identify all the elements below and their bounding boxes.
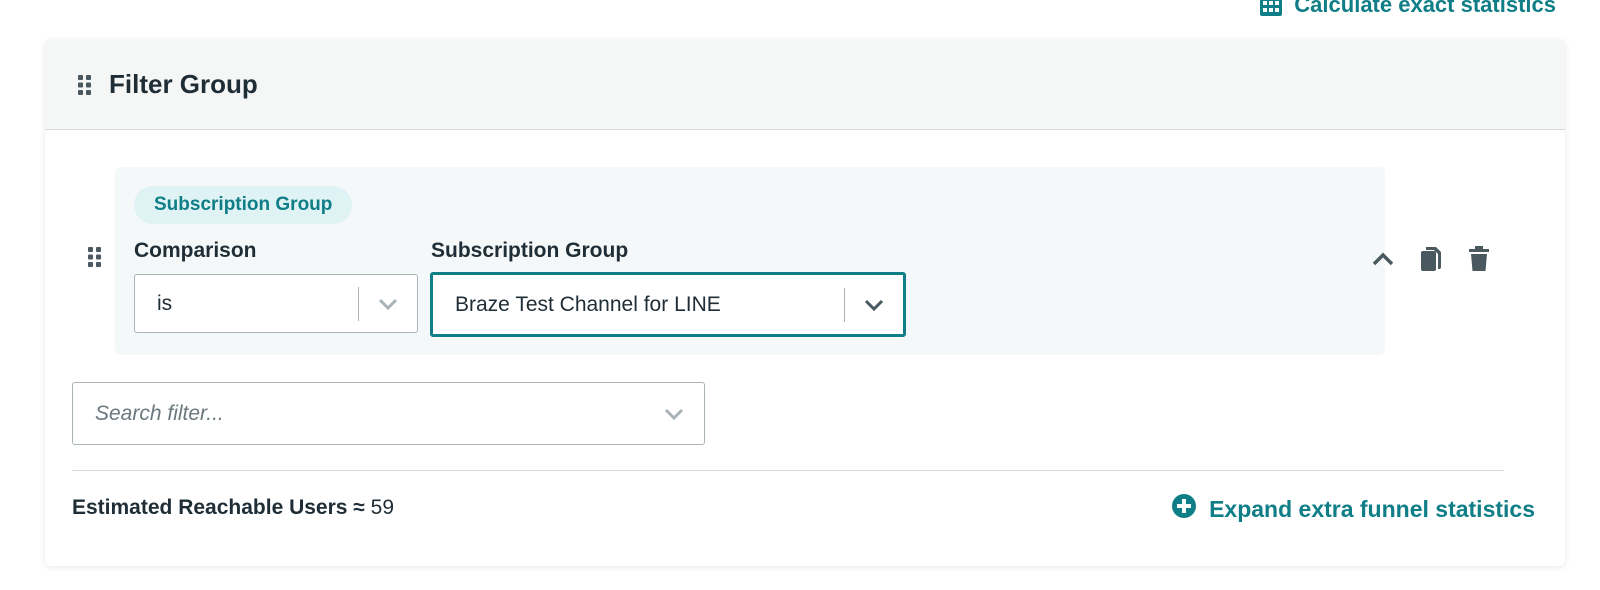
estimate-value: 59 bbox=[370, 496, 395, 519]
subscription-group-value: Braze Test Channel for LINE bbox=[455, 292, 721, 316]
divider bbox=[72, 470, 1504, 471]
filter-group-header: Filter Group bbox=[45, 40, 1565, 130]
comparison-select[interactable]: is bbox=[134, 274, 418, 333]
subscription-group-select[interactable]: Braze Test Channel for LINE bbox=[430, 272, 906, 337]
filter-drag-handle-icon[interactable] bbox=[87, 246, 103, 268]
estimate-label: Estimated Reachable Users ≈ bbox=[72, 496, 365, 519]
collapse-chevron-up-icon[interactable] bbox=[1370, 245, 1396, 273]
filter-actions bbox=[1370, 245, 1492, 273]
chevron-down-icon[interactable] bbox=[644, 407, 704, 421]
drag-handle-icon[interactable] bbox=[77, 74, 93, 96]
chevron-down-icon[interactable] bbox=[845, 298, 903, 312]
calculate-exact-statistics-link[interactable]: Calculate exact statistics bbox=[1258, 0, 1556, 18]
comparison-label: Comparison bbox=[134, 239, 257, 262]
copy-icon[interactable] bbox=[1418, 245, 1444, 273]
expand-funnel-statistics-label: Expand extra funnel statistics bbox=[1209, 495, 1535, 522]
plus-circle-icon bbox=[1171, 493, 1197, 525]
filter-group-card: Filter Group Subscription Group Comparis… bbox=[45, 40, 1565, 566]
filter-group-title: Filter Group bbox=[109, 69, 258, 99]
subscription-group-label: Subscription Group bbox=[431, 239, 629, 262]
subscription-filter: Subscription Group Comparison is Subscri… bbox=[115, 167, 1385, 355]
estimated-reachable-users: Estimated Reachable Users ≈ 59 bbox=[72, 496, 394, 520]
comparison-value: is bbox=[157, 291, 173, 315]
expand-funnel-statistics-link[interactable]: Expand extra funnel statistics bbox=[1171, 493, 1535, 525]
search-filter-input[interactable] bbox=[73, 401, 644, 426]
filter-type-tag: Subscription Group bbox=[134, 186, 353, 224]
trash-icon[interactable] bbox=[1466, 245, 1492, 273]
search-filter-select[interactable] bbox=[72, 382, 705, 445]
calculator-grid-icon bbox=[1258, 0, 1284, 18]
calculate-exact-statistics-label: Calculate exact statistics bbox=[1294, 0, 1556, 17]
chevron-down-icon[interactable] bbox=[359, 297, 417, 311]
